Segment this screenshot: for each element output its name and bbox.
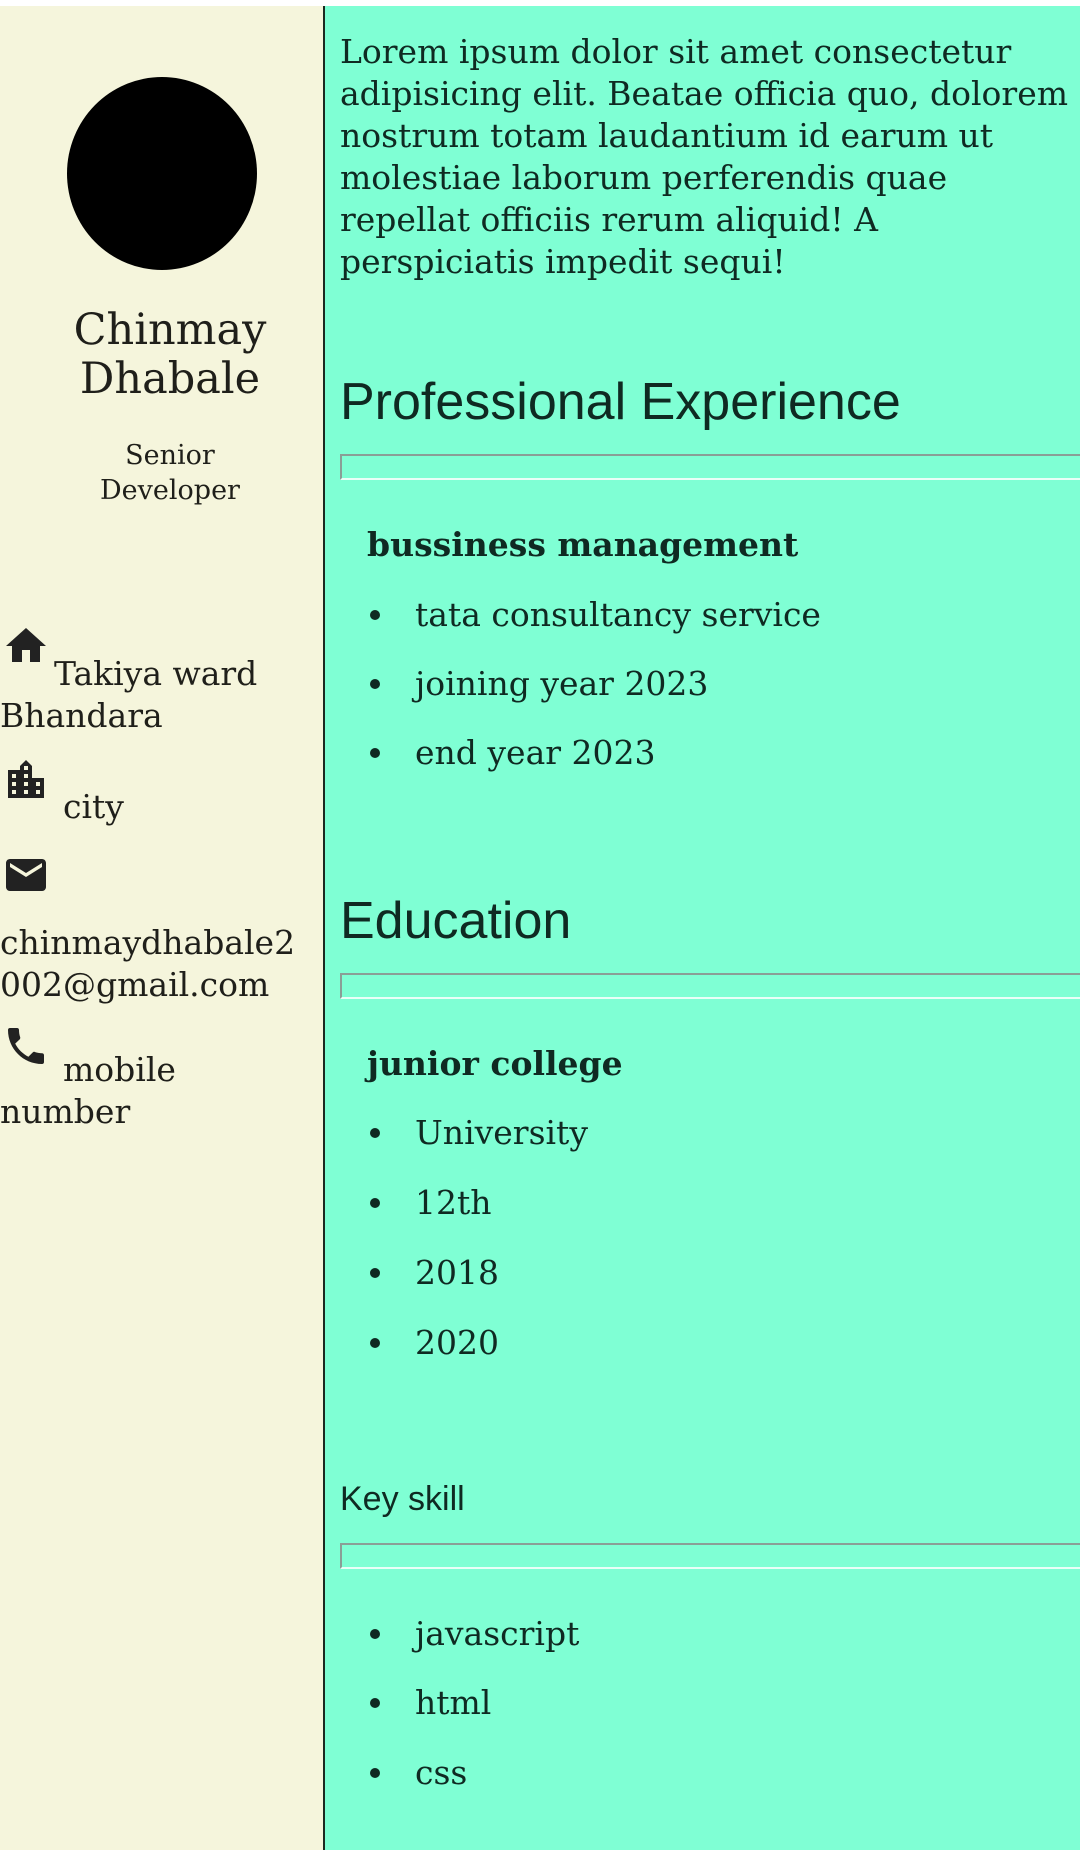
about-paragraph: Lorem ipsum dolor sit amet consectetur a… [340,32,1069,281]
bullet [370,1198,380,1208]
title-line: Developer [100,475,240,506]
address-line: Bhandara [0,696,163,735]
city-icon [8,760,44,798]
address-line: Takiya ward [54,654,258,693]
experience-heading: Professional Experience [340,373,901,431]
last-name: Dhabale [79,354,261,404]
education-heading: Education [340,892,572,950]
list-item: University [415,1113,588,1152]
divider [340,973,1080,999]
list-item: 12th [415,1183,492,1222]
avatar [67,77,257,270]
bullet [370,1128,380,1138]
bullet [370,1268,380,1278]
list-item: 2020 [415,1323,499,1362]
bullet [370,1698,380,1708]
phone-line: mobile [63,1050,176,1089]
sidebar: Chinmay Dhabale Senior Developer Takiya wa… [0,6,325,1850]
list-item: end year 2023 [415,733,656,772]
bullet [370,1338,380,1348]
phone: mobile number [0,1049,320,1133]
address: Takiya ward Bhandara [0,653,320,737]
email-line: 002@gmail.com [0,965,270,1004]
bullet [370,610,380,620]
first-name: Chinmay [73,305,267,355]
email: chinmaydhabale2 002@gmail.com [0,922,320,1006]
education-school: junior college [367,1044,623,1083]
divider [340,454,1080,480]
profile-name: Chinmay Dhabale [0,306,340,404]
bullet [370,748,380,758]
experience-role: bussiness management [367,525,799,564]
phone-line: number [0,1092,131,1131]
main-content: Lorem ipsum dolor sit amet consectetur a… [325,6,1080,1850]
title-line: Senior [125,440,215,471]
bullet [370,1768,380,1778]
mail-icon [6,859,46,891]
list-item: 2018 [415,1253,499,1292]
list-item: css [415,1753,468,1792]
skills-heading: Key skill [340,1480,465,1518]
profile-title: Senior Developer [0,438,340,508]
list-item: html [415,1683,492,1722]
list-item: javascript [415,1614,580,1653]
list-item: tata consultancy service [415,595,821,634]
bullet [370,1629,380,1639]
bullet [370,679,380,689]
list-item: joining year 2023 [415,664,709,703]
divider [340,1543,1080,1569]
email-line: chinmaydhabale2 [0,923,296,962]
